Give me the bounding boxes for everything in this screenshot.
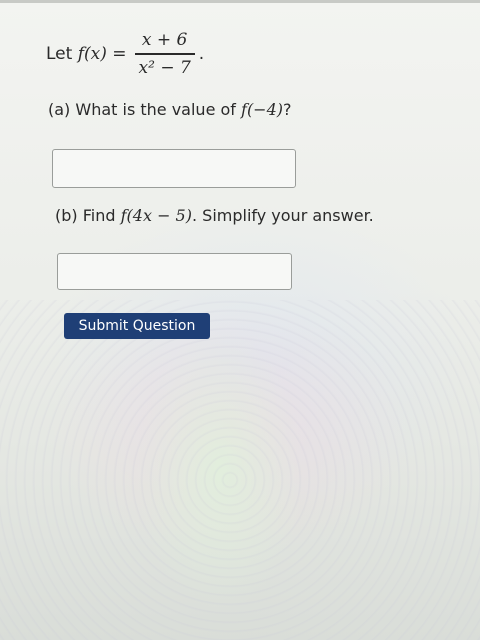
submit-question-button[interactable]: Submit Question bbox=[64, 313, 210, 339]
function-name: f(x) bbox=[77, 44, 107, 64]
question-b-label: (b) Find bbox=[55, 206, 116, 225]
let-label: Let bbox=[46, 44, 73, 64]
background-moire bbox=[0, 300, 480, 640]
question-a-label: (a) What is the value of bbox=[48, 100, 236, 119]
top-divider bbox=[0, 0, 480, 3]
fraction-numerator: x + 6 bbox=[141, 30, 188, 51]
question-a-expression: f(−4) bbox=[241, 100, 284, 119]
question-b: (b) Find f(4x − 5). Simplify your answer… bbox=[55, 206, 374, 225]
function-fraction: x + 6 x² − 7 bbox=[134, 30, 195, 78]
question-b-expression: f(4x − 5) bbox=[120, 206, 192, 225]
fraction-denominator: x² − 7 bbox=[138, 57, 191, 78]
question-a: (a) What is the value of f(−4)? bbox=[48, 100, 292, 119]
equals-sign: = bbox=[112, 44, 127, 64]
answer-a-input[interactable] bbox=[52, 149, 296, 188]
answer-b-input[interactable] bbox=[57, 253, 292, 290]
function-definition: Let f(x) = x + 6 x² − 7 . bbox=[46, 26, 204, 82]
question-b-end: . Simplify your answer. bbox=[191, 206, 374, 225]
definition-period: . bbox=[198, 44, 205, 64]
question-a-end: ? bbox=[283, 100, 292, 119]
